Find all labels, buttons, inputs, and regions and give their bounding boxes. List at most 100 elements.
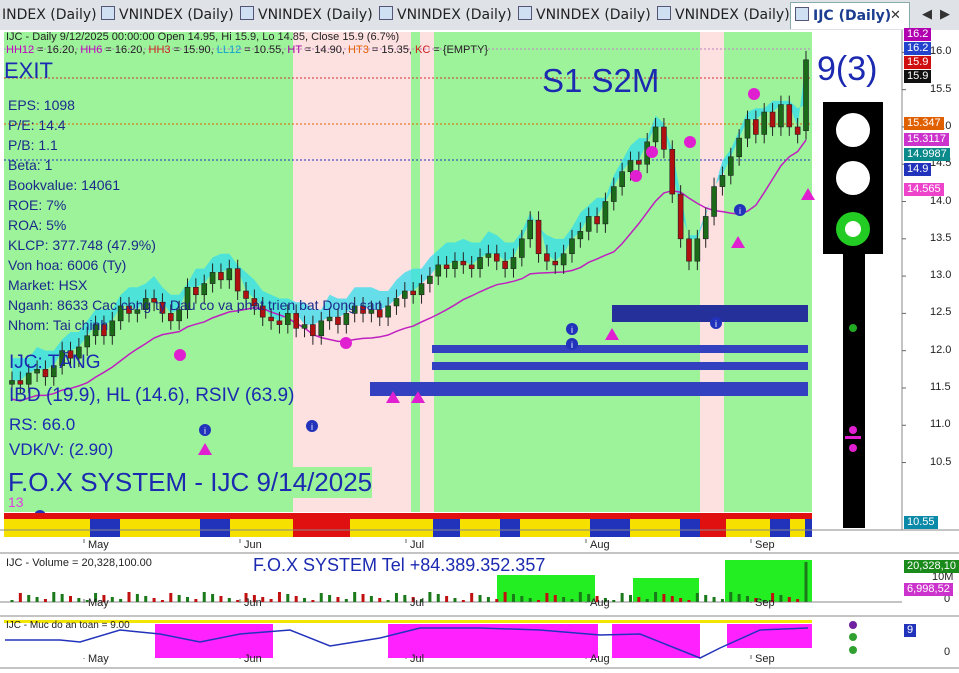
volume-bar bbox=[436, 594, 440, 602]
volume-bar bbox=[520, 596, 524, 602]
stat-item: ROA: 5% bbox=[8, 217, 67, 233]
tab-label: IJC (Daily) bbox=[813, 8, 892, 24]
stat-item: P/B: 1.1 bbox=[8, 137, 58, 153]
chart-icon bbox=[795, 7, 809, 21]
header-level-part: HH12 bbox=[6, 44, 35, 56]
volume-bar bbox=[319, 593, 323, 602]
volume-bar bbox=[35, 597, 39, 602]
svg-text:i: i bbox=[739, 206, 741, 216]
stat-item: Nhom: Tai chinh bbox=[8, 317, 109, 333]
volume-bar bbox=[461, 600, 465, 602]
volume-bar bbox=[386, 600, 390, 602]
fox-title: F.O.X SYSTEM - IJC 9/14/2025 bbox=[8, 467, 373, 498]
safety-axis-0: 0 bbox=[944, 646, 951, 658]
header-level-part: = 14.90, bbox=[301, 44, 349, 56]
tab-index-daily[interactable]: INDEX (Daily) bbox=[2, 4, 97, 26]
magenta-dot bbox=[646, 146, 658, 158]
price-tick: 13.5 bbox=[930, 231, 952, 244]
price-tag: 15.9 bbox=[904, 56, 932, 69]
tab-vnindex-1[interactable]: VNINDEX (Daily) bbox=[101, 4, 234, 26]
volume-bar bbox=[645, 599, 649, 602]
info-marker: i bbox=[199, 424, 211, 436]
tab-vnindex-4[interactable]: VNINDEX (Daily) bbox=[518, 4, 651, 26]
tab-label: VNINDEX (Daily) bbox=[397, 7, 512, 23]
month-label: Jun bbox=[244, 597, 262, 609]
stat-item: Market: HSX bbox=[8, 277, 88, 293]
volume-bar bbox=[787, 597, 791, 602]
stat-item: Nganh: 8633 Cac cong ty Dau co va phat t… bbox=[8, 297, 383, 313]
close-tab-icon[interactable]: ✕ bbox=[890, 8, 901, 23]
exit-label: EXIT bbox=[4, 58, 53, 83]
stat-item: Bookvalue: 14061 bbox=[8, 177, 121, 193]
info-marker: i bbox=[710, 317, 722, 329]
volume-bar bbox=[495, 599, 499, 602]
price-chart[interactable]: iiiiiii bbox=[0, 30, 959, 673]
svg-text:i: i bbox=[204, 426, 206, 436]
price-tick: 15.5 bbox=[930, 82, 952, 95]
volume-bar bbox=[654, 592, 658, 602]
volume-bar bbox=[612, 600, 616, 602]
stat-item: P/E: 14.4 bbox=[8, 117, 66, 133]
magenta-dot bbox=[630, 170, 642, 182]
volume-bar bbox=[378, 598, 382, 602]
tab-vnindex-2[interactable]: VNINDEX (Daily) bbox=[240, 4, 373, 26]
volume-bar bbox=[729, 592, 733, 602]
svg-text:i: i bbox=[571, 340, 573, 350]
svg-text:i: i bbox=[571, 325, 573, 335]
volume-bar bbox=[186, 597, 190, 602]
volume-bar bbox=[110, 597, 114, 602]
stat-item: Von hoa: 6006 (Ty) bbox=[8, 257, 127, 273]
tab-scroll-right-icon[interactable]: ▶ bbox=[940, 7, 950, 22]
month-label: Jun bbox=[244, 539, 262, 551]
volume-bar bbox=[553, 595, 557, 602]
price-tick: 11.5 bbox=[930, 380, 951, 393]
volume-bar bbox=[428, 592, 432, 602]
volume-bar bbox=[528, 598, 532, 602]
candle bbox=[669, 140, 676, 204]
price-tag: 14.565 bbox=[904, 183, 944, 196]
volume-bar bbox=[562, 597, 566, 602]
tab-vnindex-5[interactable]: VNINDEX (Daily) bbox=[657, 4, 790, 26]
volume-bar bbox=[662, 594, 666, 602]
volume-bar bbox=[27, 595, 31, 602]
volume-bar bbox=[779, 595, 783, 602]
tab-vnindex-3[interactable]: VNINDEX (Daily) bbox=[379, 4, 512, 26]
price-tag: 16.2 bbox=[904, 42, 932, 55]
month-label: Jul bbox=[410, 653, 425, 665]
volume-bar bbox=[637, 597, 641, 602]
price-tag: 16.2 bbox=[904, 28, 932, 41]
volume-bar bbox=[503, 592, 507, 602]
tab-scroll-left-icon[interactable]: ◀ bbox=[922, 7, 932, 22]
volume-ma-tag: 6,998,52 bbox=[904, 583, 953, 596]
month-label: May bbox=[88, 597, 109, 609]
header-level-part: HT bbox=[287, 44, 302, 56]
tab-label: INDEX (Daily) bbox=[2, 7, 97, 23]
chart-icon bbox=[379, 6, 393, 20]
header-level-part: = 15.90, bbox=[170, 44, 217, 56]
month-label: Sep bbox=[755, 539, 775, 551]
month-label: Aug bbox=[590, 653, 610, 665]
price-tick: 11.0 bbox=[930, 418, 951, 431]
tab-label: VNINDEX (Daily) bbox=[119, 7, 234, 23]
candle bbox=[677, 185, 684, 248]
magenta-dot bbox=[174, 349, 186, 361]
volume-bar bbox=[10, 600, 14, 602]
tab-label: VNINDEX (Daily) bbox=[536, 7, 651, 23]
volume-bar bbox=[361, 594, 365, 602]
fox-tel: F.O.X SYSTEM Tel +84.389.352.357 bbox=[253, 555, 546, 575]
stat-item: KLCP: 377.748 (47.9%) bbox=[8, 237, 156, 253]
volume-bar bbox=[353, 592, 357, 602]
volume-bar bbox=[394, 593, 398, 602]
volume-bar bbox=[445, 596, 449, 602]
price-tag: 14.9 bbox=[904, 163, 932, 176]
safety-label: IJC - Muc do an toan = 9.00 bbox=[6, 620, 130, 631]
magenta-dot bbox=[340, 337, 352, 349]
volume-bar bbox=[69, 596, 73, 602]
month-label: Aug bbox=[590, 597, 610, 609]
price-tag: 15.9 bbox=[904, 70, 932, 83]
trend-strip bbox=[4, 513, 812, 537]
header-level-part: HH6 bbox=[80, 44, 103, 56]
volume-bar bbox=[119, 599, 123, 602]
magenta-dot bbox=[748, 88, 760, 100]
volume-bar bbox=[712, 597, 716, 602]
